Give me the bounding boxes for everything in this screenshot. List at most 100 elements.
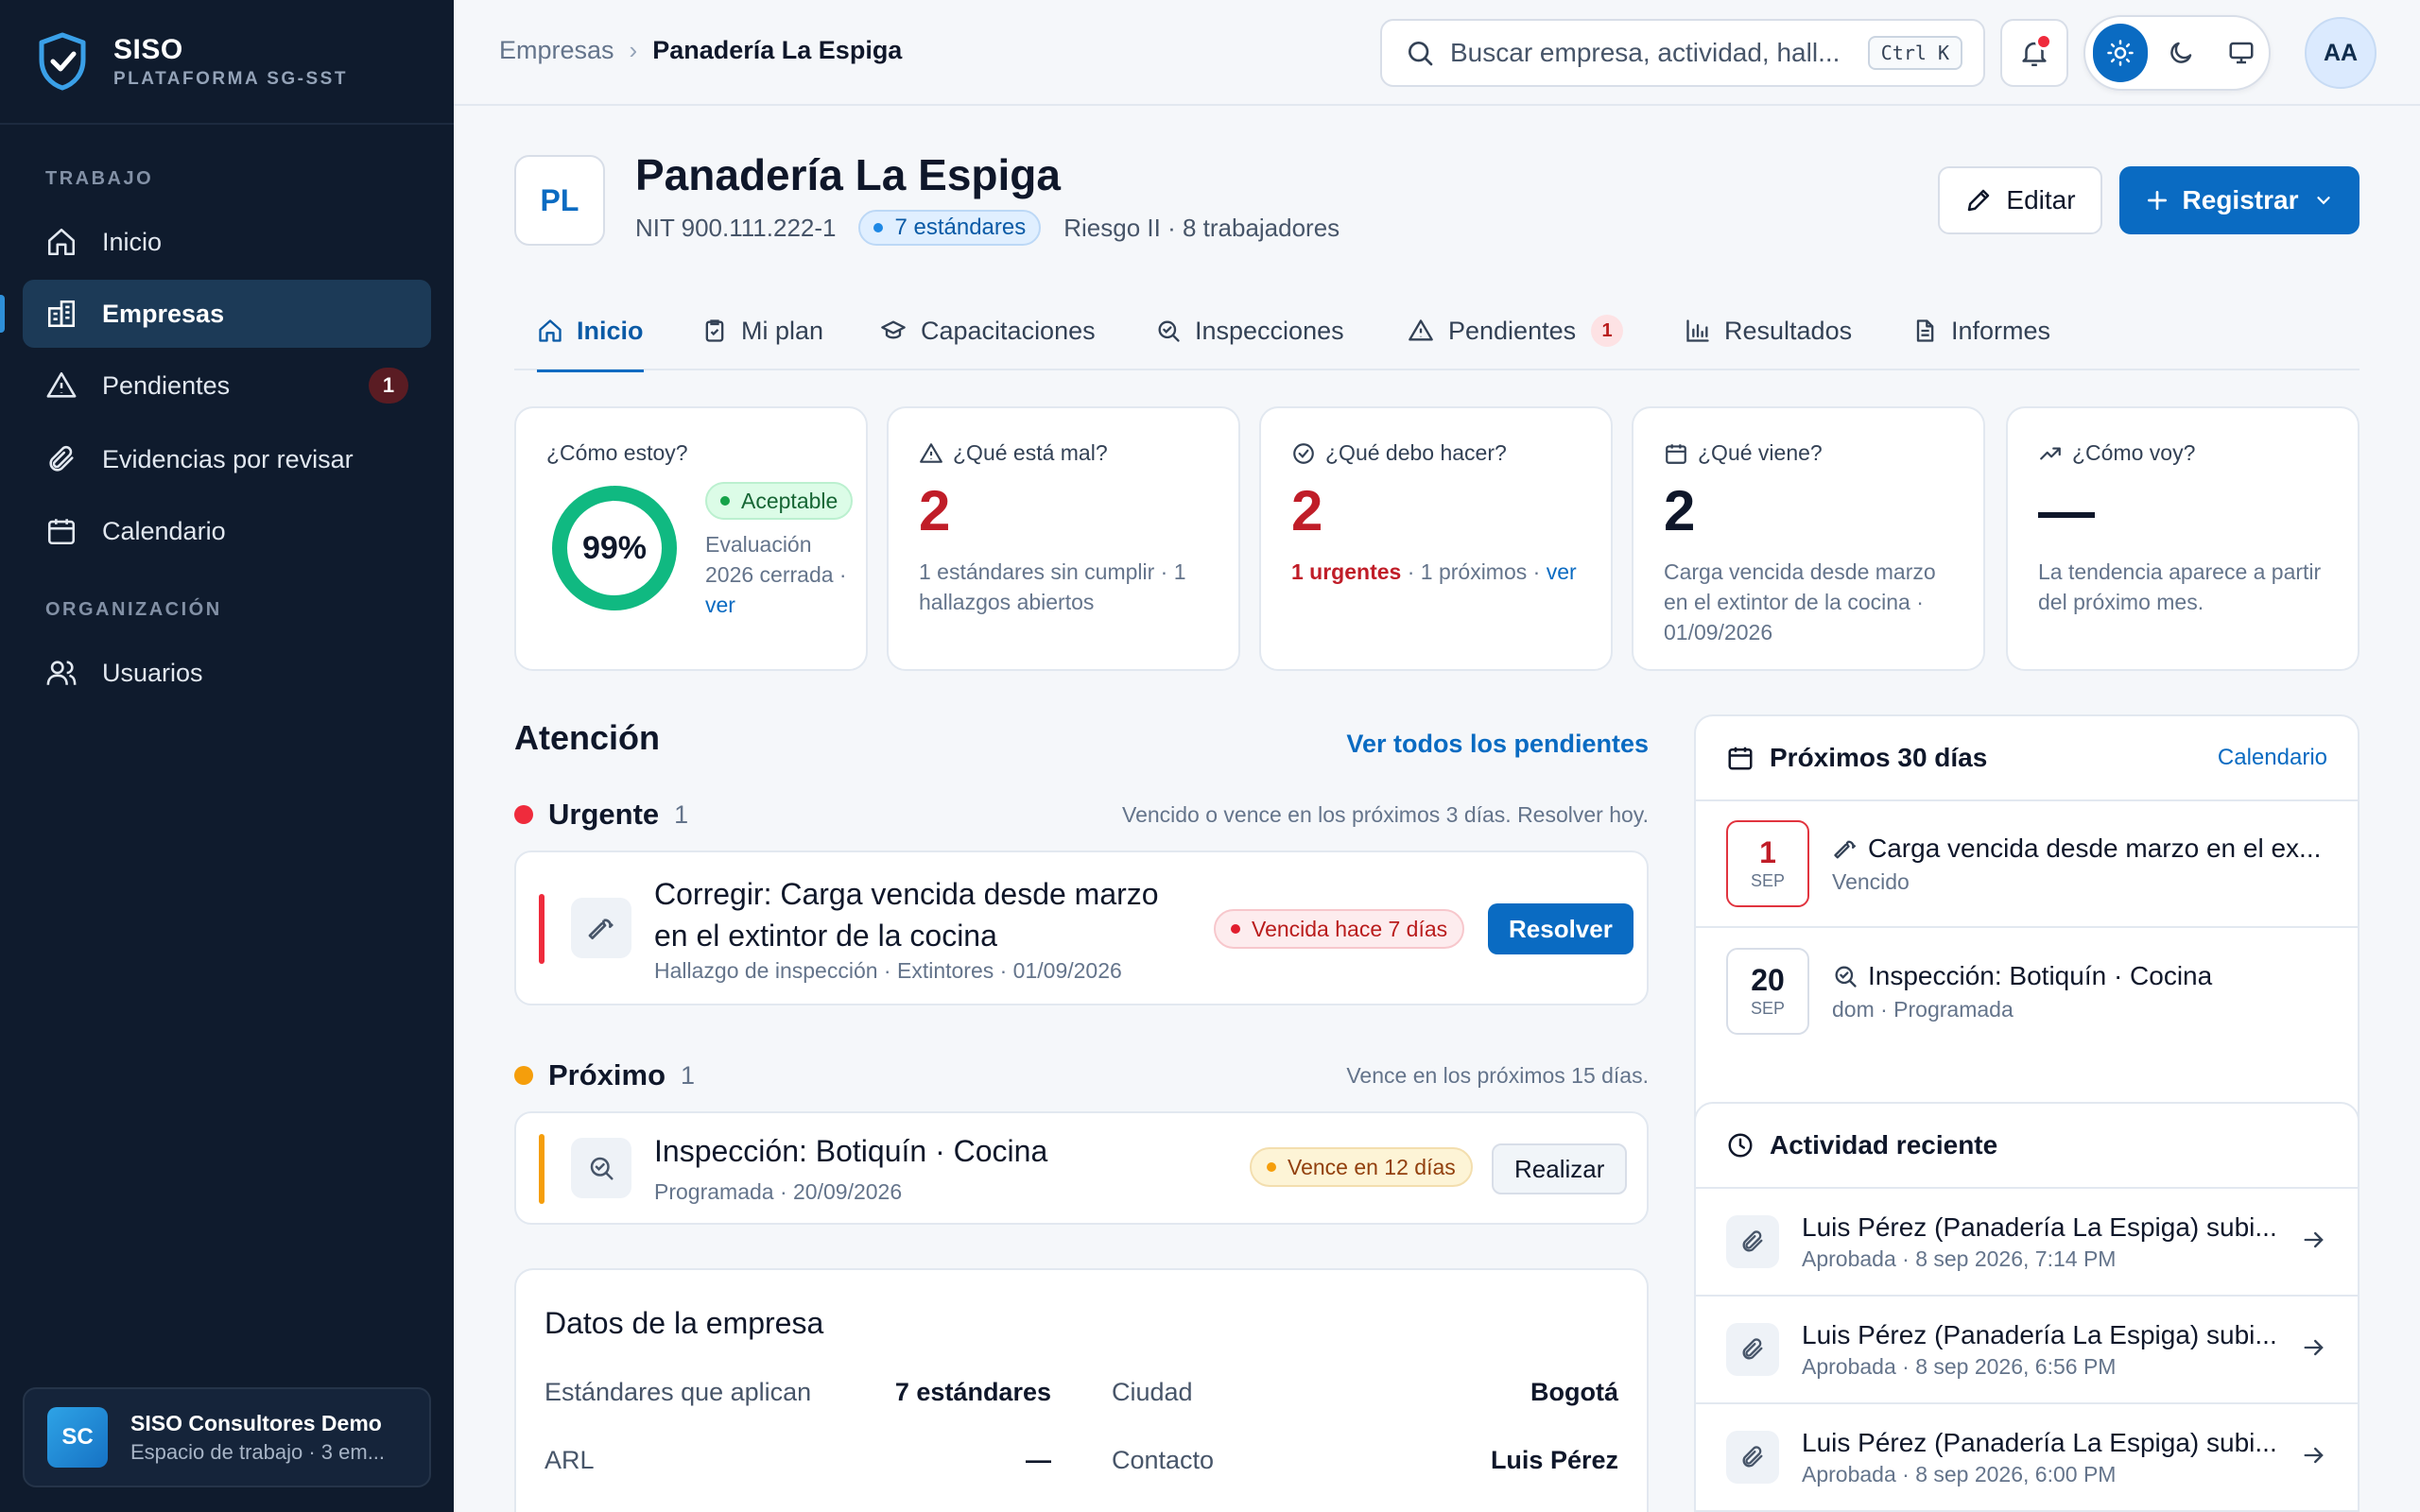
tab-mi-plan[interactable]: Mi plan xyxy=(701,291,823,370)
sidebar-item-empresas[interactable]: Empresas xyxy=(0,280,431,348)
activity-item[interactable]: Luis Pérez (Panadería La Espiga) subi...… xyxy=(1696,1297,2358,1404)
pending-count-badge: 1 xyxy=(369,368,408,404)
edit-label: Editar xyxy=(2006,185,2076,215)
compliance-percent: 99% xyxy=(581,529,648,566)
urgent-task-card[interactable]: Corregir: Carga vencida desde marzo en e… xyxy=(514,850,1649,1005)
kpi-value: — xyxy=(2038,479,2095,542)
kpi-value: 2 xyxy=(1664,479,1696,542)
sidebar-item-evidencias[interactable]: Evidencias por revisar xyxy=(23,425,431,493)
edit-button[interactable]: Editar xyxy=(1938,166,2102,234)
search-icon xyxy=(1409,42,1433,66)
tab-pendientes[interactable]: Pendientes 1 xyxy=(1407,291,1624,370)
calendar-link[interactable]: Calendario xyxy=(2218,745,2327,771)
attention-title: Atención xyxy=(514,718,661,757)
see-all-pending-link[interactable]: Ver todos los pendientes xyxy=(1346,730,1649,759)
sidebar: SISO PLATAFORMA SG-SST TRABAJO Inicio Em… xyxy=(0,0,454,1512)
kpi-desc: 1 estándares sin cumplir · 1 hallazgos a… xyxy=(919,559,1186,614)
kpi-wrong-card[interactable]: ¿Qué está mal? 2 1 estándares sin cumpli… xyxy=(887,406,1240,671)
inspect-search-icon xyxy=(1158,320,1180,342)
priority-bar xyxy=(539,894,544,964)
sidebar-item-usuarios[interactable]: Usuarios xyxy=(23,639,431,707)
breadcrumb: Empresas › Panadería La Espiga xyxy=(499,36,902,65)
paperclip-icon xyxy=(49,445,74,472)
sidebar-item-inicio[interactable]: Inicio xyxy=(23,208,431,276)
event-item[interactable]: 20 SEP Inspección: Botiquín · Cocina dom… xyxy=(1696,928,2358,1055)
resolve-button[interactable]: Resolver xyxy=(1488,903,1634,954)
sidebar-item-pendientes[interactable]: Pendientes 1 xyxy=(23,352,431,420)
kpi-desc: 1 urgentes · 1 próximos · ver xyxy=(1291,557,1581,587)
kpi-desc: La tendencia aparece a partir del próxim… xyxy=(2038,559,2322,614)
notifications-button[interactable] xyxy=(2000,19,2068,87)
upcoming-group-header: Próximo 1 Vence en los próximos 15 días. xyxy=(514,1055,1649,1096)
workspace-subtitle: Espacio de trabajo · 3 em... xyxy=(130,1439,386,1464)
bar-chart-icon xyxy=(1686,319,1709,342)
activity-title: Luis Pérez (Panadería La Espiga) subi... xyxy=(1802,1427,2277,1457)
arrow-right-icon xyxy=(2304,1231,2324,1248)
light-theme-button[interactable] xyxy=(2093,24,2148,82)
calendar-icon xyxy=(1666,443,1686,464)
card-title: Actividad reciente xyxy=(1770,1130,1998,1160)
kpi-trend-card[interactable]: ¿Cómo voy? — La tendencia aparece a part… xyxy=(2006,406,2360,671)
kpi-next-card[interactable]: ¿Qué viene? 2 Carga vencida desde marzo … xyxy=(1632,406,1985,671)
perform-button[interactable]: Realizar xyxy=(1492,1143,1628,1194)
wrench-icon xyxy=(588,919,614,939)
monitor-icon xyxy=(2229,42,2254,64)
kpi-desc: Evaluación 2026 cerrada · ver xyxy=(705,529,856,620)
priority-bar xyxy=(539,1134,544,1204)
standards-pill[interactable]: 7 estándares xyxy=(858,210,1042,246)
event-item[interactable]: 1 SEP Carga vencida desde marzo en el ex… xyxy=(1696,801,2358,928)
dark-theme-button[interactable] xyxy=(2153,24,2208,82)
group-note: Vencido o vence en los próximos 3 días. … xyxy=(1122,801,1649,827)
data-label: ARL xyxy=(544,1446,595,1474)
check-circle-icon xyxy=(1293,442,1314,464)
activity-item[interactable]: Luis Pérez (Panadería La Espiga) subi...… xyxy=(1696,1189,2358,1297)
tab-inspecciones[interactable]: Inspecciones xyxy=(1155,291,1344,370)
data-label: Estándares que aplican xyxy=(544,1378,812,1406)
card-header: Actividad reciente xyxy=(1696,1104,2358,1189)
workspace-switcher[interactable]: SC SISO Consultores Demo Espacio de trab… xyxy=(23,1387,431,1487)
paperclip-icon xyxy=(1742,1338,1763,1360)
group-note: Vence en los próximos 15 días. xyxy=(1346,1062,1649,1088)
clipboard-check-icon xyxy=(705,319,724,342)
group-count: 1 xyxy=(681,1060,696,1090)
brand-subtitle: PLATAFORMA SG-SST xyxy=(113,68,348,89)
overdue-chip: Vencida hace 7 días xyxy=(1214,909,1465,949)
register-label: Registrar xyxy=(2182,185,2299,215)
kpi-title: ¿Cómo estoy? xyxy=(546,440,688,465)
register-button[interactable]: Registrar xyxy=(2119,166,2360,234)
kpi-title-text: ¿Qué está mal? xyxy=(953,440,1108,465)
user-avatar[interactable]: AA xyxy=(2305,17,2377,89)
tab-capacitaciones[interactable]: Capacitaciones xyxy=(879,291,1096,370)
company-risk: Riesgo II · 8 trabajadores xyxy=(1063,213,1340,242)
data-label: Ciudad xyxy=(1112,1378,1193,1406)
event-title-text: Carga vencida desde marzo en el ex... xyxy=(1868,833,2322,863)
tab-informes[interactable]: Informes xyxy=(1911,291,2050,370)
kpi-todo-card[interactable]: ¿Qué debo hacer? 2 1 urgentes · 1 próxim… xyxy=(1259,406,1613,671)
event-sub: Vencido xyxy=(1832,868,1910,894)
sidebar-item-calendario[interactable]: Calendario xyxy=(23,497,431,565)
event-month: SEP xyxy=(1750,999,1786,1019)
upcoming-task-card[interactable]: Inspección: Botiquín · Cocina Programada… xyxy=(514,1111,1649,1225)
system-theme-button[interactable] xyxy=(2214,24,2269,82)
upcoming-30-card: Próximos 30 días Calendario 1 SEP Carga … xyxy=(1694,714,2360,1162)
home-icon xyxy=(47,228,76,256)
card-title: Próximos 30 días xyxy=(1770,743,1988,772)
kpi-title: ¿Qué está mal? xyxy=(919,440,1208,466)
activity-item[interactable]: Luis Pérez (Panadería La Espiga) subi...… xyxy=(1696,1404,2358,1512)
brand[interactable]: SISO PLATAFORMA SG-SST xyxy=(0,0,454,125)
search-input[interactable]: Buscar empresa, actividad, hall... Ctrl … xyxy=(1380,19,1985,87)
sidebar-item-label: Evidencias por revisar xyxy=(102,444,354,473)
nav-section-org: ORGANIZACIÓN xyxy=(45,599,222,620)
tab-inicio[interactable]: Inicio xyxy=(537,291,644,372)
data-label: Contacto xyxy=(1112,1446,1215,1474)
event-sub: dom · Programada xyxy=(1832,996,2014,1022)
kpi-urgent-text: 1 urgentes xyxy=(1291,559,1402,584)
company-logo: PL xyxy=(514,155,605,246)
activity-sub: Aprobada · 8 sep 2026, 6:56 PM xyxy=(1802,1353,2117,1379)
breadcrumb-empresas[interactable]: Empresas xyxy=(499,36,614,65)
kpi-title-text: ¿Cómo voy? xyxy=(2072,440,2196,465)
status-view-link[interactable]: ver xyxy=(705,593,735,617)
tab-resultados[interactable]: Resultados xyxy=(1685,291,1852,370)
todo-view-link[interactable]: ver xyxy=(1547,559,1577,584)
group-name: Urgente xyxy=(548,798,660,831)
